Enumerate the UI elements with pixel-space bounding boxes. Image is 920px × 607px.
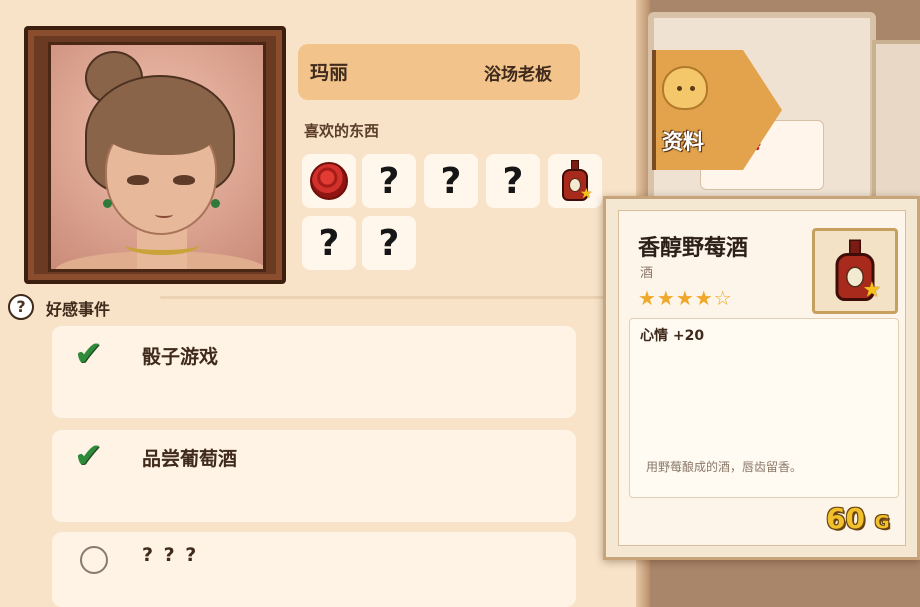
- star-icon: ★: [580, 186, 593, 202]
- like-slot-unknown[interactable]: ?: [362, 154, 416, 208]
- like-slot-unknown[interactable]: ?: [486, 154, 540, 208]
- like-slot-wine[interactable]: ★: [548, 154, 602, 208]
- event-title: 品尝葡萄酒: [142, 448, 238, 470]
- rose-icon: [310, 162, 348, 200]
- tab-profile-label[interactable]: 资料: [662, 126, 704, 156]
- item-effect: 心情 +20: [640, 328, 705, 344]
- event-title: 骰子游戏: [142, 346, 219, 368]
- right-eye: [173, 175, 195, 185]
- character-name: 玛丽: [310, 62, 349, 84]
- smiley-icon: [662, 66, 708, 110]
- events-title: 好感事件: [46, 300, 111, 319]
- likes-title: 喜欢的东西: [304, 122, 380, 140]
- character-role: 浴场老板: [484, 65, 552, 85]
- rating-stars: ★★★★☆: [638, 286, 733, 310]
- event-card[interactable]: [52, 430, 576, 522]
- item-name: 香醇野莓酒: [638, 236, 749, 261]
- question-mark-icon: ?: [378, 160, 400, 202]
- price-value: 60: [826, 502, 865, 535]
- star-icon: ★: [862, 278, 882, 303]
- mouth: [155, 211, 173, 218]
- question-mark-icon: ?: [502, 160, 524, 202]
- earring-icon: [103, 199, 112, 208]
- character-portrait: [48, 42, 266, 272]
- wine-bottle-icon: ★: [833, 239, 881, 303]
- like-slot-unknown[interactable]: ?: [362, 216, 416, 270]
- like-slot-unknown[interactable]: ?: [302, 216, 356, 270]
- left-eye: [127, 175, 149, 185]
- question-mark-icon: ?: [318, 222, 340, 264]
- question-mark-icon: ?: [378, 222, 400, 264]
- currency-icon: G: [874, 512, 890, 533]
- help-icon[interactable]: ?: [8, 294, 34, 320]
- checkmark-icon: ✔: [74, 334, 103, 374]
- wine-bottle-icon: ★: [560, 160, 593, 202]
- item-description: 用野莓酿成的酒，唇齿留香。: [646, 460, 803, 474]
- divider: [160, 296, 610, 299]
- item-icon-box: ★: [812, 228, 898, 314]
- event-title-locked: ? ? ?: [142, 544, 199, 566]
- event-card-locked[interactable]: [52, 532, 576, 607]
- necklace: [125, 235, 199, 255]
- like-slot-unknown[interactable]: ?: [424, 154, 478, 208]
- item-price: 60 G: [826, 502, 890, 535]
- event-card[interactable]: [52, 326, 576, 418]
- like-slot-rose[interactable]: [302, 154, 356, 208]
- empty-circle-icon: [80, 546, 108, 574]
- question-mark-icon: ?: [440, 160, 462, 202]
- checkmark-icon: ✔: [74, 436, 103, 476]
- item-category: 酒: [640, 266, 654, 281]
- earring-icon: [211, 199, 220, 208]
